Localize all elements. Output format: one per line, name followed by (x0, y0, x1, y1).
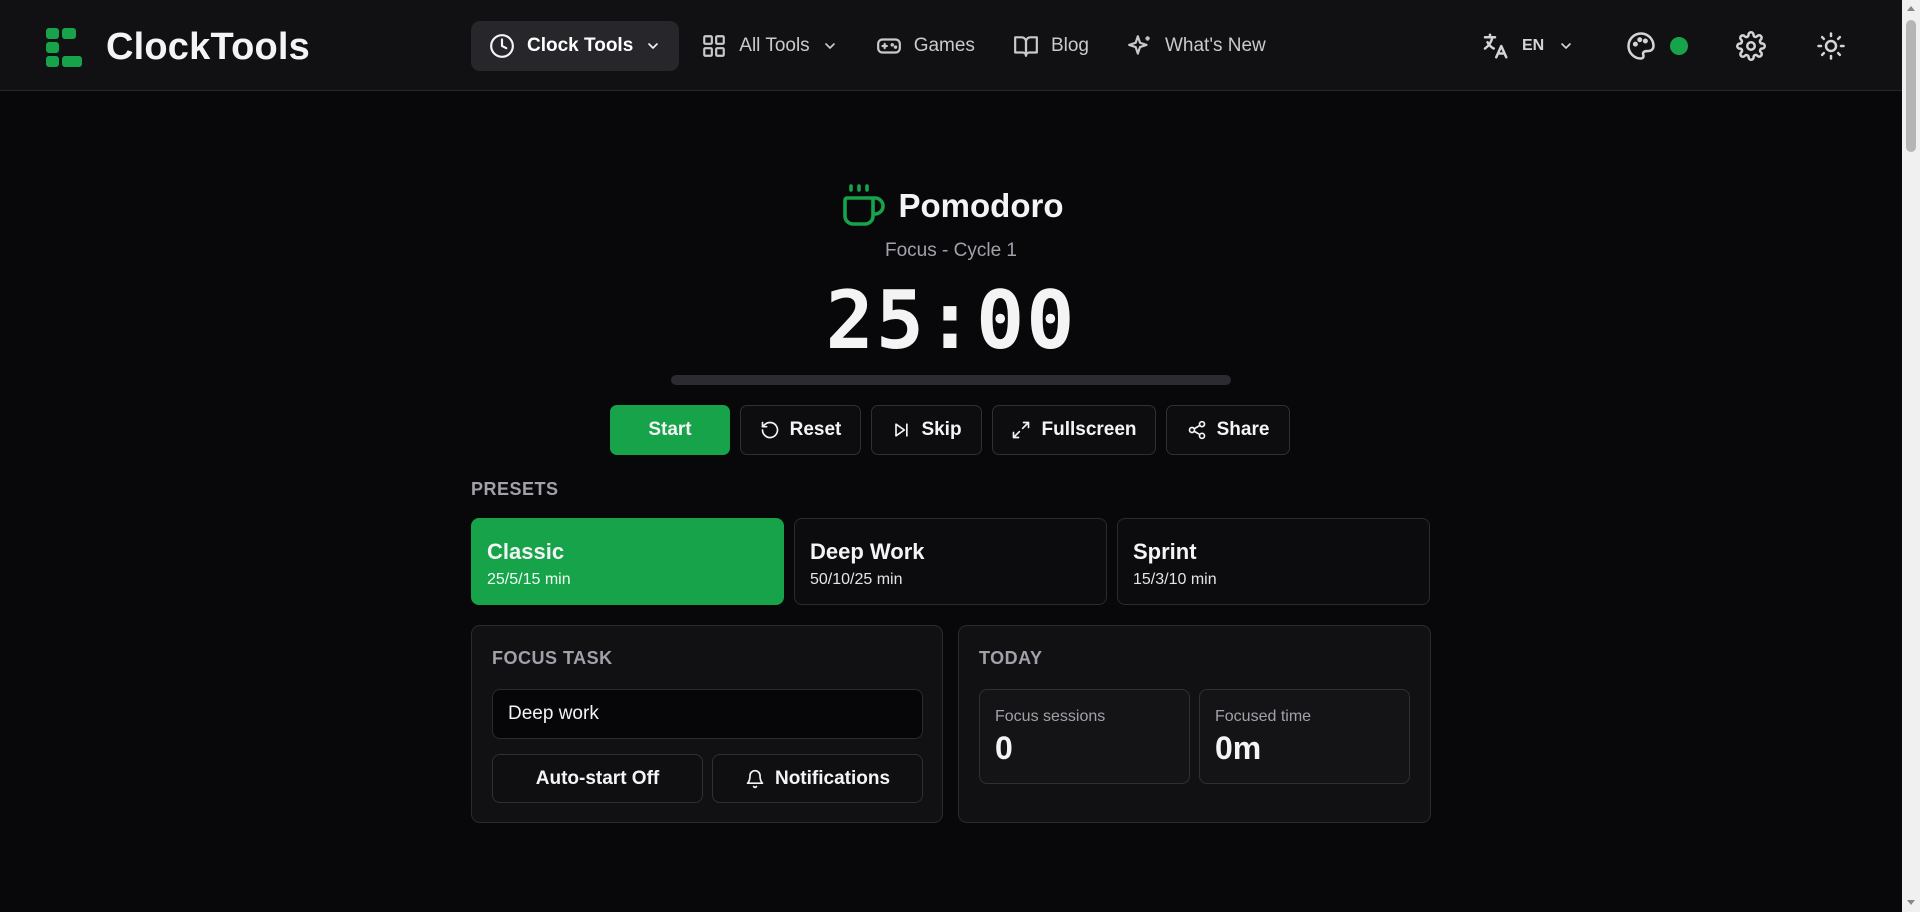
focus-task-heading: FOCUS TASK (492, 648, 613, 668)
nav-whats-new-label: What's New (1164, 35, 1266, 56)
sparkles-icon (1127, 33, 1153, 59)
focused-time-value: 0m (1215, 730, 1262, 766)
start-button-label: Start (648, 419, 692, 440)
page-scrollbar[interactable] (1902, 0, 1920, 912)
language-selector[interactable]: EN (1480, 26, 1574, 66)
chevron-down-icon (822, 38, 838, 54)
preset-name: Deep Work (810, 539, 925, 564)
preset-durations: 15/3/10 min (1133, 571, 1217, 588)
book-icon (1013, 33, 1039, 59)
focus-sessions-value: 0 (995, 730, 1013, 766)
gear-icon (1736, 31, 1767, 61)
theme-toggle-button[interactable] (1816, 26, 1846, 66)
gamepad-icon (876, 33, 902, 59)
preset-durations: 50/10/25 min (810, 571, 903, 588)
scroll-down-arrow-icon[interactable] (1907, 900, 1915, 905)
today-stats-panel: TODAY Focus sessions 0 Focused time 0m (958, 625, 1431, 823)
palette-icon (1626, 31, 1656, 61)
start-button[interactable]: Start (610, 405, 730, 455)
preset-durations: 25/5/15 min (487, 571, 571, 588)
timer-progress-bar (671, 375, 1231, 385)
clocktools-logo-icon (46, 27, 82, 68)
brand-name: ClockTools (106, 26, 310, 68)
focused-time-label: Focused time (1215, 708, 1312, 725)
share-icon (1187, 420, 1207, 440)
timer-subtitle: Focus - Cycle 1 (885, 240, 1017, 261)
skip-forward-icon (891, 420, 911, 440)
language-label: EN (1522, 37, 1545, 54)
focus-sessions-card: Focus sessions 0 (979, 689, 1190, 784)
focus-sessions-label: Focus sessions (995, 708, 1106, 725)
theme-palette-button[interactable] (1626, 26, 1689, 66)
reset-button-label: Reset (789, 419, 842, 440)
scrollbar-thumb[interactable] (1906, 20, 1916, 152)
nav-whats-new[interactable]: What's New (1111, 21, 1282, 71)
focus-task-panel: FOCUS TASK Auto-start Off Notifications (471, 625, 943, 823)
preset-deep-work[interactable]: Deep Work 50/10/25 min (794, 518, 1107, 605)
preset-name: Sprint (1133, 539, 1197, 564)
nav-blog-label: Blog (1050, 35, 1089, 56)
focus-task-input[interactable] (492, 689, 923, 739)
chevron-down-icon (645, 38, 661, 54)
timer-display: 25:00 (825, 274, 1077, 367)
translate-icon (1480, 31, 1510, 61)
page-title: Pomodoro (898, 187, 1064, 224)
skip-button-label: Skip (921, 419, 962, 440)
main-nav: Clock Tools All Tools Games Blog What's … (471, 21, 1288, 71)
presets-heading: PRESETS (471, 479, 559, 499)
presets-list: Classic 25/5/15 min Deep Work 50/10/25 m… (471, 518, 1430, 605)
notifications-button[interactable]: Notifications (712, 754, 923, 803)
theme-status-dot (1670, 37, 1689, 55)
nav-all-tools-label: All Tools (739, 35, 810, 56)
timer-title-row: Pomodoro (0, 182, 1902, 230)
preset-sprint[interactable]: Sprint 15/3/10 min (1117, 518, 1430, 605)
fullscreen-button-label: Fullscreen (1041, 419, 1137, 440)
nav-all-tools[interactable]: All Tools (685, 21, 853, 71)
clock-icon (489, 33, 515, 59)
brand-logo[interactable]: ClockTools (46, 26, 310, 69)
header-tools: EN (1480, 26, 1846, 66)
notifications-label: Notifications (774, 767, 891, 789)
bell-icon (745, 769, 765, 789)
fullscreen-button[interactable]: Fullscreen (992, 405, 1156, 455)
today-heading: TODAY (979, 648, 1043, 668)
top-nav-bar: ClockTools Clock Tools All Tools Games B… (0, 0, 1902, 91)
rotate-ccw-icon (760, 420, 780, 440)
preset-name: Classic (487, 539, 565, 564)
scroll-up-arrow-icon[interactable] (1907, 6, 1915, 11)
focused-time-card: Focused time 0m (1199, 689, 1410, 784)
timer-controls: Start Reset Skip Fullscreen Share (610, 405, 1290, 455)
nav-blog[interactable]: Blog (997, 21, 1105, 71)
nav-games-label: Games (913, 35, 975, 56)
auto-start-toggle[interactable]: Auto-start Off (492, 754, 703, 803)
reset-button[interactable]: Reset (740, 405, 861, 455)
nav-games[interactable]: Games (860, 21, 991, 71)
auto-start-label: Auto-start Off (535, 767, 660, 789)
skip-button[interactable]: Skip (871, 405, 982, 455)
expand-icon (1011, 420, 1031, 440)
share-button[interactable]: Share (1166, 405, 1290, 455)
grid-icon (701, 33, 727, 59)
coffee-cup-icon (839, 182, 887, 230)
sun-icon (1816, 31, 1846, 61)
nav-clock-tools-label: Clock Tools (527, 35, 634, 56)
share-button-label: Share (1216, 419, 1270, 440)
settings-button[interactable] (1736, 26, 1767, 66)
nav-clock-tools[interactable]: Clock Tools (471, 21, 680, 71)
preset-classic[interactable]: Classic 25/5/15 min (471, 518, 784, 605)
chevron-down-icon (1558, 38, 1574, 54)
